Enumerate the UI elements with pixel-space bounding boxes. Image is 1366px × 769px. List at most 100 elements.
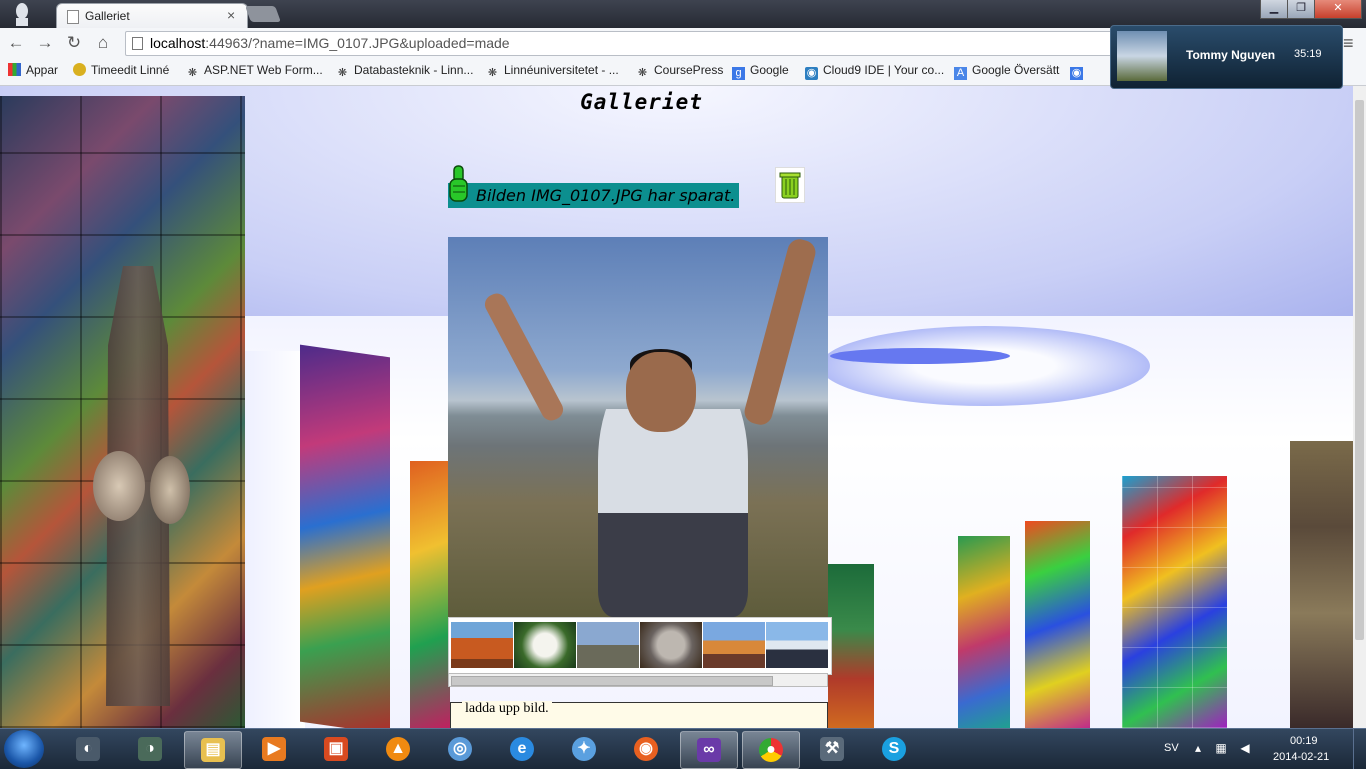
tab-galleriet[interactable]: Galleriet × [56,3,248,29]
windows-taskbar: ◐ ◑ ▤ ▶ ▣ ▲ ◎ e ✦ ◉ ∞ ● ⚒ S SV ▴ ▦ ◀ 00:… [0,728,1366,769]
background-artwork [300,344,390,728]
media-player-icon: ▶ [262,737,286,761]
tray-expand-icon[interactable]: ▴ [1191,741,1205,755]
taskbar-media-player[interactable]: ▶ [246,731,302,767]
taskbar-firefox[interactable]: ◉ [618,731,674,767]
taskbar-chrome[interactable]: ● [742,731,800,769]
new-tab-button[interactable] [245,6,281,22]
thumbs-up-icon [449,165,468,202]
thumbnail-desert[interactable] [451,622,513,668]
taskbar-tools[interactable]: ⚒ [804,731,860,767]
taskbar-visual-studio[interactable]: ∞ [680,731,738,769]
background-artwork [958,536,1010,728]
internet-explorer-icon: e [510,737,534,761]
status-message: Bilden IMG_0107.JPG har sparat. [448,183,740,208]
maximize-button[interactable]: ❐ [1287,0,1315,19]
taskbar-internet-explorer[interactable]: e [494,731,550,767]
bookmark-google-oversatt[interactable]: A Google Översätt [954,63,1059,80]
firefox-icon: ◉ [634,737,658,761]
reload-icon[interactable]: ↻ [63,32,85,54]
tools-icon: ⚒ [820,737,844,761]
bookmark-coursepress[interactable]: ❋ CoursePress [636,63,723,80]
scrollbar-thumb[interactable] [451,676,773,686]
show-desktop-button[interactable] [1353,729,1366,769]
taskbar-skype-calls[interactable]: ◐ [60,731,116,767]
call-duration: 35:19 [1294,48,1322,60]
page-scrollbar[interactable] [1353,86,1366,728]
visual-studio-icon: ∞ [697,738,721,762]
tree-icon: ❋ [637,67,648,79]
thumbnail-penguins[interactable] [766,622,828,668]
chrome-icon: ● [759,738,783,762]
skype-desktop-icon: ◎ [448,737,472,761]
page-viewport: Galleriet Bilden IMG_0107.JPG har sparat… [0,86,1353,728]
taskbar-safari[interactable]: ✦ [556,731,612,767]
bookmark-google[interactable]: g Google [732,63,789,80]
forward-icon[interactable]: → [34,32,56,54]
background-artwork [1122,476,1227,728]
bookmark-cloud9[interactable]: ◉ Cloud9 IDE | Your co... [805,63,944,80]
background-ceiling-light [820,326,1150,406]
page-icon [67,10,79,24]
avatar [1117,31,1167,81]
skype-icon: S [882,737,906,761]
trash-icon[interactable] [775,167,805,203]
cloud9-icon: ◉ [805,67,818,80]
call-notification[interactable]: Tommy Nguyen 35:19 [1110,25,1343,89]
bookmark-aspnet[interactable]: ❋ ASP.NET Web Form... [186,63,323,80]
language-indicator[interactable]: SV [1164,742,1179,754]
clock-time[interactable]: 00:19 [1290,735,1318,747]
glasses-icon: ◑ [138,737,162,761]
chrome-menu-icon[interactable]: ≡ [1343,33,1354,54]
close-window-button[interactable]: ✕ [1314,0,1362,19]
folder-icon: ▤ [201,738,225,762]
home-icon[interactable]: ⌂ [92,32,114,54]
timeedit-icon [73,63,86,76]
bookmark-more[interactable]: ◉ [1070,63,1088,80]
network-icon[interactable]: ▦ [1214,741,1228,755]
tree-icon: ❋ [487,67,498,79]
glasses-icon: ◐ [76,737,100,761]
address-url: localhost:44963/?name=IMG_0107.JPG&uploa… [150,35,510,51]
background-artwork [1025,521,1090,728]
address-bar[interactable]: localhost:44963/?name=IMG_0107.JPG&uploa… [125,31,1117,56]
bookmark-appar[interactable]: Appar [8,63,58,77]
tree-icon: ❋ [337,67,348,79]
bookmark-linneuniversitetet[interactable]: ❋ Linnéuniversitetet - ... [486,63,619,80]
taskbar-explorer[interactable]: ▤ [184,731,242,769]
background-artwork [1290,441,1353,728]
gallery-main-image [448,237,828,617]
page-icon [132,37,143,50]
thumbnail-man[interactable] [577,622,639,668]
taskbar-skype[interactable]: ◑ [122,731,178,767]
apps-grid-icon [8,63,21,76]
background-wall [245,351,305,728]
taskbar-skype-desktop[interactable]: ◎ [432,731,488,767]
tab-title: Galleriet [85,9,130,23]
taskbar-skype-app[interactable]: S [866,731,922,767]
thumbnail-flower[interactable] [514,622,576,668]
status-message-text: Bilden IMG_0107.JPG har sparat. [476,186,736,205]
thumbnail-scrollbar[interactable] [448,673,828,687]
caller-name: Tommy Nguyen [1186,48,1276,62]
start-button[interactable] [4,730,44,768]
volume-icon[interactable]: ◀ [1238,741,1252,755]
taskbar-vlc[interactable]: ▲ [370,731,426,767]
profile-icon[interactable] [10,2,34,26]
google-icon: g [732,67,745,80]
bookmark-timeedit[interactable]: Timeedit Linné [73,63,169,77]
thumbnail-koala[interactable] [640,622,702,668]
scrollbar-thumb[interactable] [1355,100,1364,640]
office-icon: ▣ [324,737,348,761]
upload-legend: ladda upp bild. [462,701,552,717]
tree-icon: ❋ [187,67,198,79]
vlc-icon: ▲ [386,737,410,761]
back-icon[interactable]: ← [5,32,27,54]
bookmark-databasteknik[interactable]: ❋ Databasteknik - Linn... [336,63,474,80]
tab-close-icon[interactable]: × [227,7,235,23]
taskbar-office[interactable]: ▣ [308,731,364,767]
minimize-button[interactable]: ▁ [1260,0,1288,19]
thumbnail-lighthouse[interactable] [703,622,765,668]
clock-date[interactable]: 2014-02-21 [1273,751,1329,763]
thumbnail-strip [448,617,832,675]
